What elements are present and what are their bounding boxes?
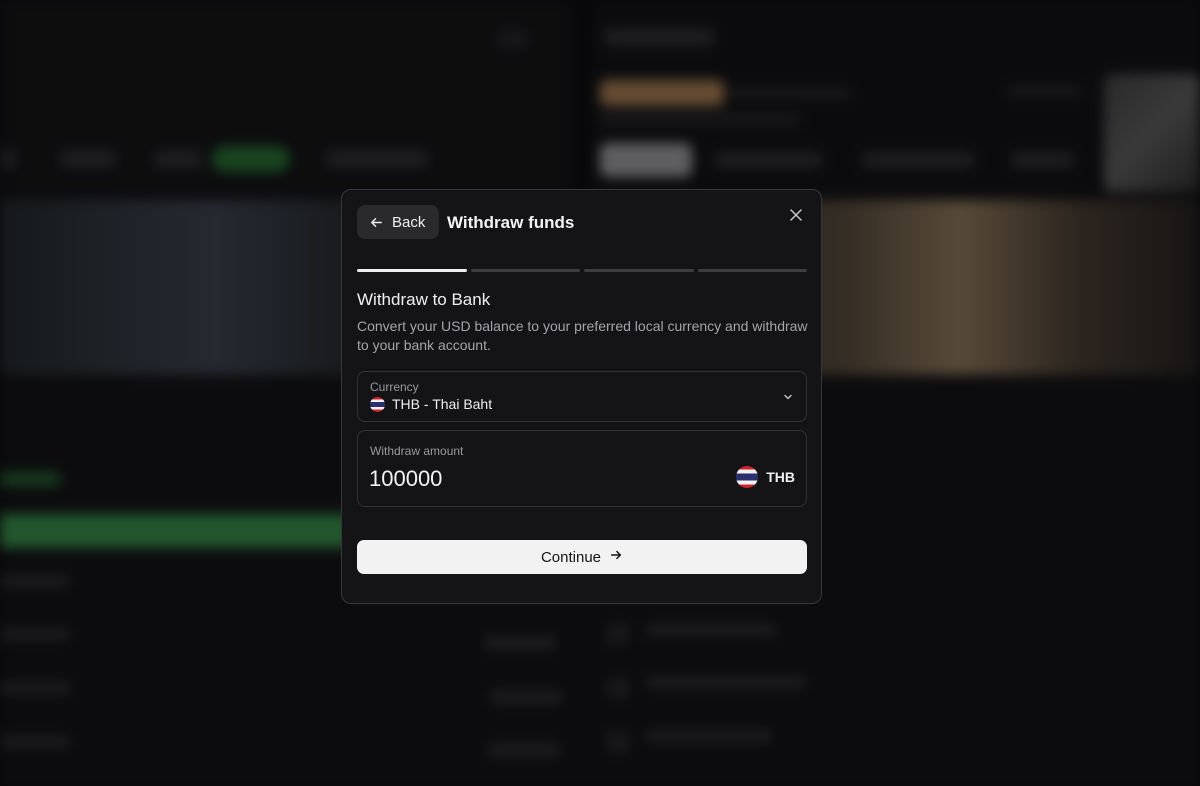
arrow-left-icon — [369, 215, 384, 230]
back-button[interactable]: Back — [357, 205, 440, 239]
currency-select[interactable]: Currency THB - Thai Baht — [357, 371, 807, 422]
amount-currency-code: THB — [766, 469, 795, 485]
close-icon — [790, 208, 802, 226]
amount-currency: THB — [736, 466, 795, 488]
continue-button[interactable]: Continue — [357, 540, 807, 574]
section-title: Withdraw to Bank — [357, 290, 491, 309]
thailand-flag-icon — [736, 466, 759, 488]
step-indicator — [584, 269, 694, 272]
step-indicator — [357, 269, 467, 272]
currency-value-text: THB - Thai Baht — [392, 396, 493, 412]
arrow-right-icon — [609, 548, 623, 566]
withdraw-amount-field: Withdraw amount THB — [357, 430, 807, 507]
chevron-down-icon — [782, 390, 794, 408]
section-description: Convert your USD balance to your preferr… — [357, 318, 808, 353]
currency-label: Currency — [370, 380, 419, 394]
currency-value: THB - Thai Baht — [370, 396, 492, 412]
withdraw-amount-label: Withdraw amount — [370, 444, 464, 458]
thailand-flag-icon — [370, 396, 385, 412]
withdraw-amount-input[interactable] — [369, 464, 699, 494]
step-progress — [357, 269, 807, 272]
back-button-label: Back — [392, 213, 426, 231]
modal-title: Withdraw funds — [447, 213, 575, 232]
close-button[interactable] — [787, 208, 805, 226]
step-indicator — [470, 269, 580, 272]
withdraw-funds-modal: Back Withdraw funds Withdraw to Bank Con… — [341, 189, 822, 604]
step-indicator — [697, 269, 807, 272]
continue-button-label: Continue — [540, 548, 602, 566]
